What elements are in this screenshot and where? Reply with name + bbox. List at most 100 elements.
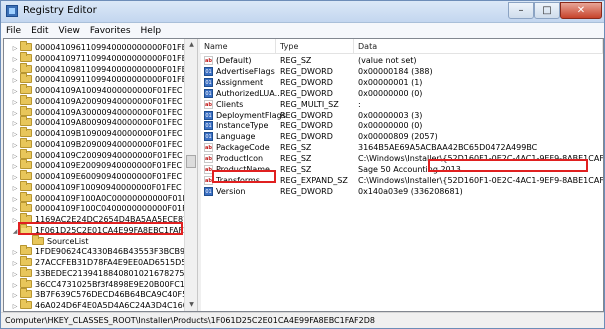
value-data: 0x00000000 (0) bbox=[358, 121, 423, 131]
value-data: 0x00000809 (2057) bbox=[358, 132, 438, 142]
dword-value-icon: 01 bbox=[204, 88, 213, 98]
key-tree[interactable]: ▷ 0000410961109940000000000F01FEC ▷ 0000410… bbox=[4, 39, 184, 311]
folder-icon bbox=[20, 148, 32, 159]
window-controls: – □ ✕ bbox=[508, 2, 602, 20]
tree-item[interactable]: ▷ 46A024D6F4E0A5D4A6C24A3D4C1604A4A bbox=[10, 299, 184, 311]
dword-value-icon: 01 bbox=[204, 66, 213, 76]
dword-value-icon: 01 bbox=[204, 186, 213, 196]
value-type: REG_EXPAND_SZ bbox=[280, 175, 348, 185]
folder-icon bbox=[20, 41, 32, 51]
selected-key-highlight bbox=[18, 222, 183, 235]
value-data: : bbox=[358, 99, 361, 109]
column-header-name[interactable]: Name bbox=[200, 39, 276, 54]
string-value-icon: ab bbox=[204, 154, 213, 164]
tree-item-label: 0000410991109940000000000F01FEC bbox=[35, 75, 184, 85]
column-header-type[interactable]: Type bbox=[276, 39, 354, 54]
value-name: AuthorizedLUA... bbox=[216, 88, 283, 98]
folder-icon bbox=[20, 245, 32, 256]
scroll-thumb[interactable] bbox=[186, 155, 196, 168]
folder-icon bbox=[20, 191, 32, 202]
window-title: Registry Editor bbox=[23, 5, 97, 16]
expand-arrow-icon[interactable]: ▷ bbox=[10, 300, 20, 311]
folder-icon bbox=[20, 256, 32, 266]
value-name: ProductIcon bbox=[216, 154, 264, 164]
value-type: REG_DWORD bbox=[280, 121, 333, 131]
folder-icon bbox=[20, 116, 32, 127]
tree-item-label: 00004109E20090940000000F01FEC bbox=[35, 161, 183, 171]
folder-icon bbox=[32, 234, 44, 245]
tree-item-label: 00004109F10090940000000F01FEC bbox=[35, 182, 182, 192]
value-row[interactable]: ab PackageCode REG_SZ 3164B5AE69A5ACBAA42BC… bbox=[200, 142, 603, 153]
value-data: 0x00000003 (3) bbox=[358, 110, 423, 120]
close-button[interactable]: ✕ bbox=[560, 2, 602, 19]
value-row[interactable]: 01 DeploymentFlags REG_DWORD 0x00000003 (3) bbox=[200, 110, 603, 121]
value-row[interactable]: 01 AdvertiseFlags REG_DWORD 0x00000184 (388… bbox=[200, 66, 603, 77]
menu-edit[interactable]: Edit bbox=[26, 26, 53, 36]
tree-item-label: 00004109C20090940000000F01FEC bbox=[35, 150, 183, 160]
value-name: Version bbox=[216, 186, 246, 196]
folder-icon bbox=[20, 127, 32, 137]
menu-view[interactable]: View bbox=[54, 26, 85, 36]
value-row[interactable]: ab Clients REG_MULTI_SZ: bbox=[200, 99, 603, 110]
menu-file[interactable]: File bbox=[1, 26, 26, 36]
string-value-icon: ab bbox=[204, 56, 213, 65]
value-type: REG_MULTI_SZ bbox=[280, 99, 339, 109]
string-value-icon: ab bbox=[204, 143, 213, 153]
tree-item-label: 00004109E60090940000000F01FEC bbox=[35, 172, 183, 181]
folder-icon bbox=[20, 105, 32, 116]
value-row[interactable]: ab (Default) REG_SZ (value not set) bbox=[200, 55, 603, 66]
tree-item-label: 36CC4731025Bf3f4898E9E20B00FC1FF bbox=[35, 279, 184, 289]
tree-scrollbar[interactable]: ▲ ▼ bbox=[184, 39, 198, 311]
dword-value-icon: 01 bbox=[204, 132, 213, 142]
value-name: DeploymentFlags bbox=[216, 110, 286, 120]
dword-value-icon: 01 bbox=[204, 77, 213, 87]
value-data: (value not set) bbox=[358, 56, 417, 65]
value-type: REG_DWORD bbox=[280, 132, 333, 142]
productname-highlight bbox=[212, 170, 276, 183]
tree-item-label: 00004109A80090940000000F01FEC bbox=[35, 118, 183, 128]
value-row[interactable]: 01 Language REG_DWORD 0x00000809 (2057) bbox=[200, 131, 603, 142]
string-value-icon: ab bbox=[204, 99, 213, 109]
registry-editor-window: Registry Editor – □ ✕ File Edit View Fav… bbox=[0, 0, 605, 329]
menu-help[interactable]: Help bbox=[136, 26, 167, 36]
title-bar[interactable]: Registry Editor – □ ✕ bbox=[1, 1, 604, 23]
folder-icon bbox=[20, 202, 32, 213]
value-type: REG_SZ bbox=[280, 154, 312, 164]
tree-item-label: 46A024D6F4E0A5D4A6C24A3D4C1604A4A bbox=[35, 301, 184, 310]
status-bar-path: Computer\HKEY_CLASSES_ROOT\Installer\Pro… bbox=[1, 312, 604, 327]
value-data: 3164B5AE69A5ACBAA42BC65D0472A499BC bbox=[358, 143, 538, 153]
folder-icon bbox=[20, 73, 32, 84]
column-header-data[interactable]: Data bbox=[354, 39, 603, 54]
value-name: InstanceType bbox=[216, 121, 269, 131]
value-row[interactable]: 01 InstanceType REG_DWORD 0x00000000 (0) bbox=[200, 120, 603, 131]
value-type: REG_DWORD bbox=[280, 110, 333, 120]
value-type: REG_DWORD bbox=[280, 88, 333, 98]
menu-favorites[interactable]: Favorites bbox=[85, 26, 136, 36]
producticon-guid-highlight bbox=[428, 159, 588, 172]
tree-item-label: 0000410981109940000000000F01FEC bbox=[35, 64, 184, 74]
value-row[interactable]: 01 Assignment REG_DWORD 0x00000001 (1) bbox=[200, 77, 603, 88]
maximize-button[interactable]: □ bbox=[534, 2, 560, 19]
folder-icon bbox=[20, 159, 32, 170]
value-type: REG_SZ bbox=[280, 56, 312, 65]
tree-item-label: 33BEDEC2139418840801021678275BE8 bbox=[35, 268, 184, 278]
tree-item-label: 3B7F639C576DECD46B64BCA9C40F57F bbox=[35, 290, 184, 300]
folder-icon bbox=[20, 266, 32, 277]
editor-panes: ▷ 0000410961109940000000000F01FEC ▷ 0000410… bbox=[3, 38, 604, 312]
folder-icon bbox=[20, 277, 32, 288]
dword-value-icon: 01 bbox=[204, 110, 213, 120]
value-name: Language bbox=[216, 132, 256, 142]
folder-icon bbox=[20, 299, 32, 309]
tree-item-label: 27ACCFEB31D78FA4E9EE0AD6515D5FE9 bbox=[35, 258, 184, 267]
tree-item-label: 00004109A20090940000000F01FEC bbox=[35, 96, 183, 106]
value-row[interactable]: 01 AuthorizedLUA... REG_DWORD 0x00000000 (0… bbox=[200, 88, 603, 99]
value-type: REG_DWORD bbox=[280, 186, 333, 196]
minimize-button[interactable]: – bbox=[508, 2, 534, 19]
tree-item-label: 00004109B10900940000000F01FEC bbox=[35, 129, 183, 138]
tree-item-label: 1FDE90624C4330B46B43553F3BCB9413 bbox=[35, 247, 184, 257]
values-list: Name Type Data ab (Default) REG_SZ (value n… bbox=[200, 39, 603, 311]
tree-item-label: 00004109F100C0400000000000F01FEC bbox=[35, 204, 184, 214]
value-type: REG_SZ bbox=[280, 143, 312, 153]
value-row[interactable]: 01 Version REG_DWORD 0x140a03e9 (336208681) bbox=[200, 186, 603, 197]
folder-icon bbox=[20, 84, 32, 94]
